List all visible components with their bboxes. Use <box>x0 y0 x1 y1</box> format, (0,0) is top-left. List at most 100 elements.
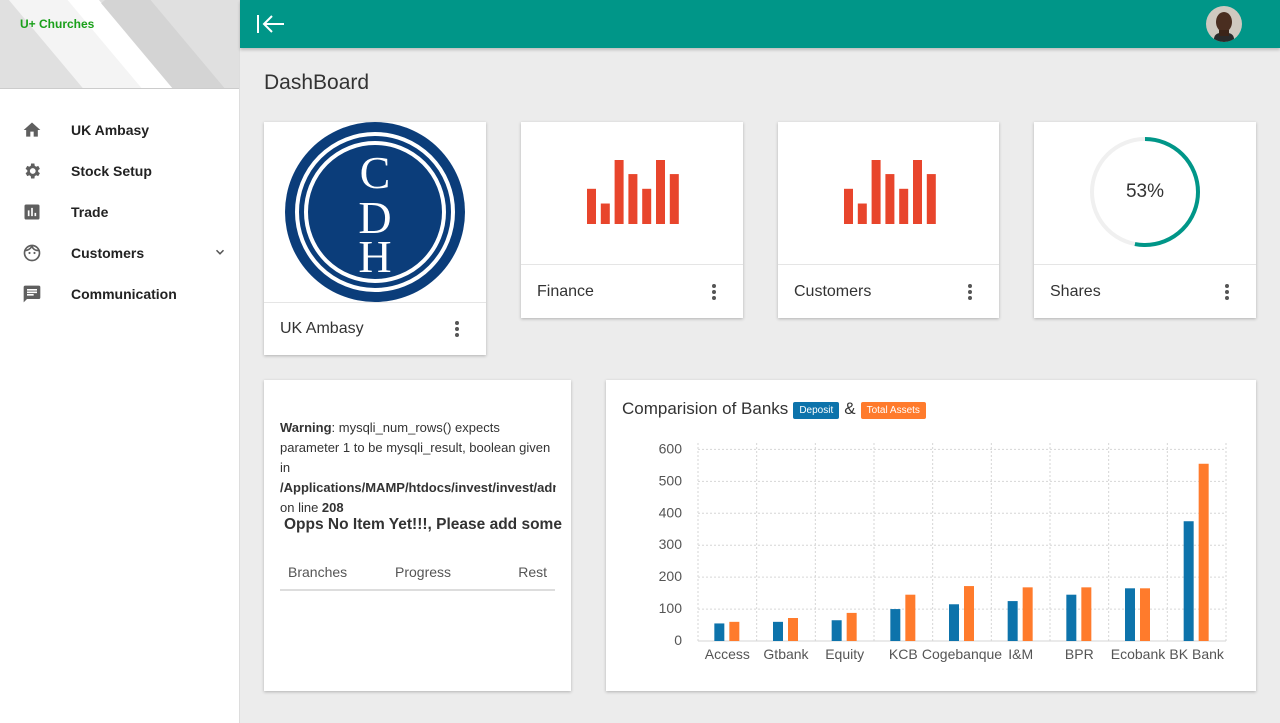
top-app-bar <box>240 0 1280 48</box>
mini-bar <box>899 188 909 224</box>
card-branches: Warning: mysqli_num_rows() expects param… <box>264 380 571 691</box>
warning-line: 208 <box>321 500 344 515</box>
x-tick-label: Cogebanque <box>922 646 1002 662</box>
finance-mini-bar-chart <box>587 160 679 224</box>
face-icon <box>22 243 42 263</box>
arrow-left-icon <box>257 15 284 33</box>
card-shares: 53% Shares <box>1034 122 1256 318</box>
card-finance: Finance <box>521 122 743 318</box>
sidebar-nav: UK Ambasy Stock Setup Trade Customers Co… <box>0 89 239 314</box>
bar-deposit[interactable] <box>831 620 842 641</box>
column-header-branches[interactable]: Branches <box>288 564 347 580</box>
warning-path: /Applications/MAMP/htdocs/invest/invest/… <box>280 480 556 495</box>
y-tick-label: 300 <box>659 536 683 552</box>
collapse-sidebar-button[interactable] <box>256 13 286 35</box>
user-avatar-icon <box>1206 6 1242 42</box>
y-tick-label: 600 <box>659 440 683 456</box>
mini-bar <box>885 174 895 224</box>
card-title: Finance <box>537 282 594 300</box>
more-vert-icon[interactable] <box>1220 282 1234 302</box>
x-tick-label: Access <box>705 646 750 662</box>
more-vert-icon[interactable] <box>450 319 464 339</box>
legend-deposit-badge: Deposit <box>793 401 840 419</box>
bar-deposit[interactable] <box>1066 594 1077 641</box>
chart-title-row: Comparision of Banks Deposit & Total Ass… <box>622 399 926 419</box>
mini-bar <box>587 188 596 224</box>
avatar[interactable] <box>1206 6 1242 42</box>
bar-total-assets[interactable] <box>905 594 916 641</box>
warning-label: Warning <box>280 420 332 435</box>
bar-deposit[interactable] <box>949 604 959 641</box>
x-tick-label: BPR <box>1065 646 1094 662</box>
more-vert-icon[interactable] <box>963 282 977 302</box>
mini-bar <box>669 174 679 224</box>
brand-name[interactable]: U+ Churches <box>20 17 94 31</box>
y-tick-label: 400 <box>659 504 683 520</box>
bar-total-assets[interactable] <box>1081 587 1092 641</box>
mini-bar <box>600 203 610 224</box>
card-title: Shares <box>1050 282 1101 300</box>
bar-total-assets[interactable] <box>1140 588 1150 641</box>
card-title: UK Ambasy <box>280 320 364 337</box>
gear-icon <box>22 161 42 181</box>
bar-deposit[interactable] <box>1125 588 1135 641</box>
sidebar-item-uk-ambasy[interactable]: UK Ambasy <box>0 109 239 150</box>
cdh-logo: C D H <box>285 122 465 302</box>
sidebar-item-label: Stock Setup <box>71 162 152 179</box>
mini-bar <box>857 203 867 224</box>
sidebar-item-label: Trade <box>71 203 109 220</box>
x-tick-label: Ecobank <box>1111 646 1166 662</box>
bar-total-assets[interactable] <box>729 621 740 641</box>
bar-total-assets[interactable] <box>964 586 974 641</box>
x-tick-label: I&M <box>1008 646 1033 662</box>
php-warning: Warning: mysqli_num_rows() expects param… <box>280 418 556 518</box>
sidebar-item-stock-setup[interactable]: Stock Setup <box>0 150 239 191</box>
bar-deposit[interactable] <box>714 623 725 641</box>
bar-total-assets[interactable] <box>846 612 857 641</box>
mini-bar <box>844 188 853 224</box>
sidebar-item-label: UK Ambasy <box>71 121 150 138</box>
mini-bar <box>628 174 638 224</box>
sidebar-item-communication[interactable]: Communication <box>0 273 239 314</box>
card-footer: Finance <box>521 264 743 318</box>
page-title: DashBoard <box>264 71 370 94</box>
mini-bar <box>614 160 624 224</box>
message-icon <box>22 284 42 304</box>
chevron-down-icon[interactable] <box>213 245 227 259</box>
card-footer: UK Ambasy <box>264 302 486 355</box>
column-header-progress[interactable]: Progress <box>395 564 451 580</box>
sidebar-header: U+ Churches <box>0 0 239 89</box>
column-header-rest[interactable]: Rest <box>518 564 547 580</box>
card-title: Customers <box>794 282 872 300</box>
card-bank-comparison: 0 100 200 300 400 500 600 Access Gtbank Equity KCB… <box>606 380 1256 691</box>
bar-total-assets[interactable] <box>1022 587 1033 641</box>
bar-deposit[interactable] <box>890 609 901 641</box>
table-header: Branches Progress Rest <box>280 556 555 591</box>
legend-total-assets-badge: Total Assets <box>860 401 926 419</box>
y-tick-label: 500 <box>659 472 683 488</box>
x-tick-label: KCB <box>889 646 918 662</box>
bar-total-assets[interactable] <box>788 618 798 641</box>
bar-deposit[interactable] <box>1007 601 1018 641</box>
more-vert-icon[interactable] <box>707 282 721 302</box>
card-footer: Shares <box>1034 264 1256 318</box>
empty-state-text: Opps No Item Yet!!!, Please add some <box>284 516 562 533</box>
x-tick-label: Equity <box>825 646 864 662</box>
bar-chart-icon <box>22 202 42 222</box>
bar-deposit[interactable] <box>773 621 783 641</box>
card-customers: Customers <box>778 122 999 318</box>
shares-percent: 53% <box>1125 181 1165 202</box>
sidebar-item-customers[interactable]: Customers <box>0 232 239 273</box>
sidebar-item-trade[interactable]: Trade <box>0 191 239 232</box>
mini-bar <box>913 160 922 224</box>
bar-total-assets[interactable] <box>1198 463 1209 641</box>
y-tick-label: 200 <box>659 568 683 584</box>
mini-bar <box>656 160 665 224</box>
home-icon <box>22 120 42 140</box>
bar-deposit[interactable] <box>1183 521 1194 641</box>
card-footer: Customers <box>778 264 999 318</box>
mini-bar <box>642 188 652 224</box>
x-tick-label: Gtbank <box>763 646 809 662</box>
logo-letter-h: H <box>358 231 391 282</box>
legend-ampersand: & <box>844 399 856 418</box>
